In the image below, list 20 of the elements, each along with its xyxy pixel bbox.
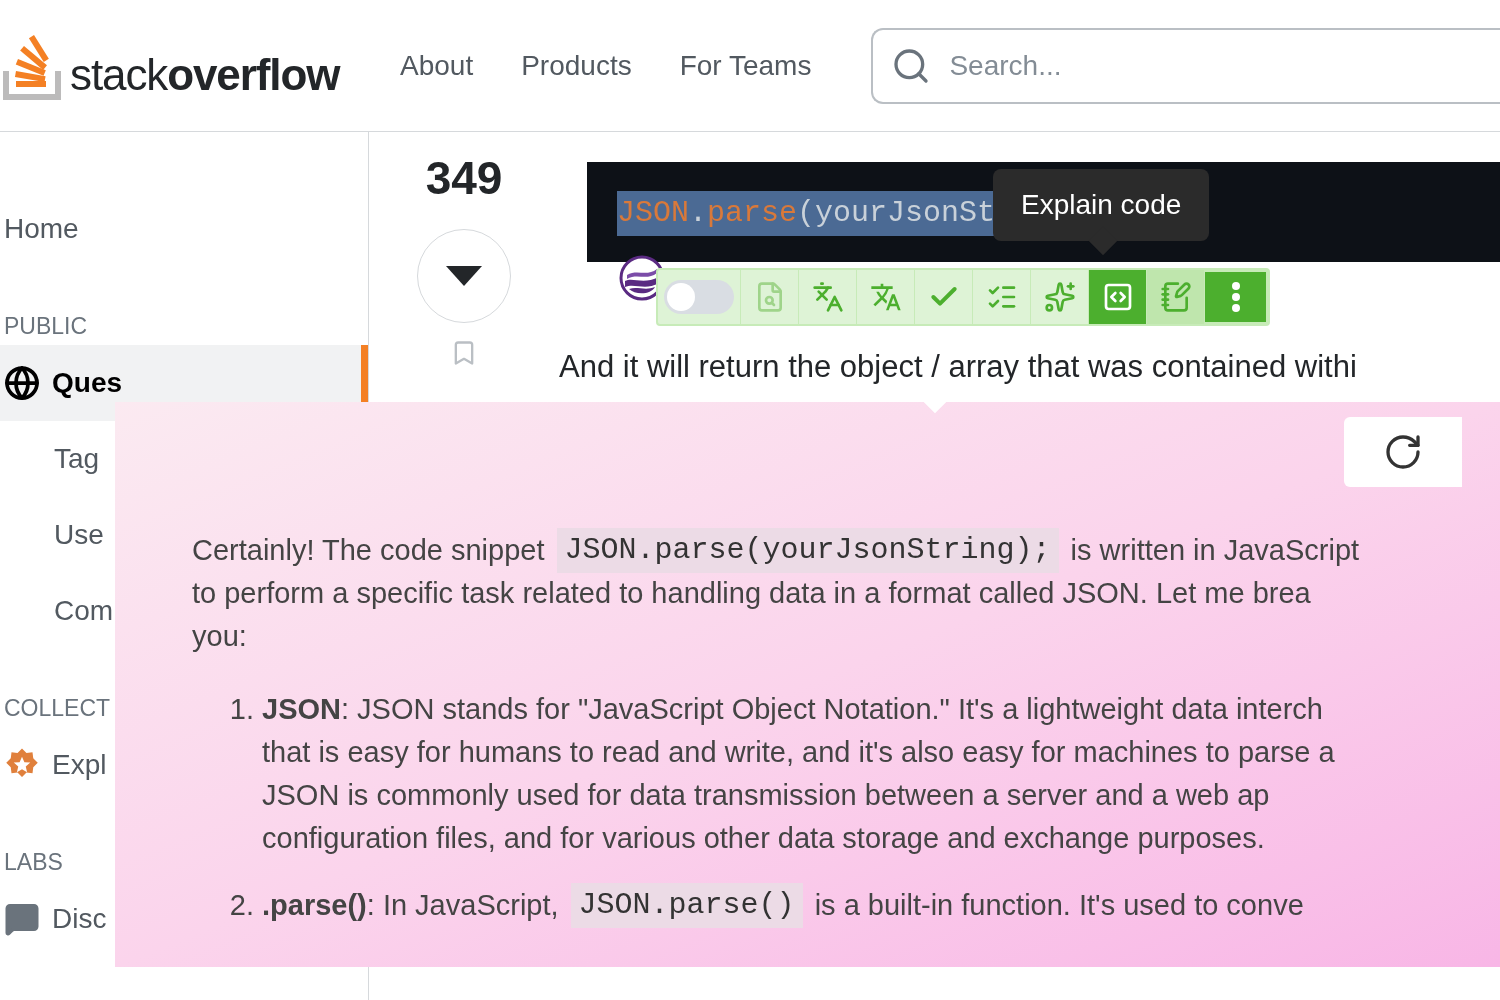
paragraph-text: JSON: JSON stands for "JavaScript Object Notation." It's a lightweight data interch <box>262 691 1323 727</box>
answer-text: And it will return the object / array that was contained withi <box>559 348 1357 386</box>
paragraph-text: to perform a specific task related to handling data in a format called JSON. Let me brea <box>192 575 1311 611</box>
paragraph-text: you: <box>192 618 247 654</box>
tooltip: Explain code <box>993 169 1210 241</box>
paragraph-text: .parse(): In JavaScript, <box>262 887 559 923</box>
list-number: 1. <box>228 692 255 727</box>
paragraph-text: JSON is commonly used for data transmission between a server and a web ap <box>262 777 1270 813</box>
vote-count: 349 <box>425 151 503 206</box>
paragraph-text: is a built-in function. It's used to conve <box>814 887 1304 923</box>
inline-code: JSON.parse() <box>570 883 803 928</box>
paragraph-text: is written in JavaScript <box>1070 532 1360 568</box>
sidebar-heading: PUBLIC <box>3 312 88 337</box>
sidebar-heading: LABS <box>3 848 63 873</box>
paragraph-text: that is easy for humans to read and write, and it's also easy for machines to parse a <box>262 734 1335 770</box>
list-number: 2. <box>228 888 255 923</box>
paragraph-text: configuration files, and for various other data storage and exchange purposes. <box>262 820 1265 856</box>
sidebar-heading: COLLECT <box>3 694 111 719</box>
inline-code: JSON.parse(yourJsonString); <box>556 528 1059 573</box>
paragraph-text: Certainly! The code snippet <box>192 532 545 568</box>
